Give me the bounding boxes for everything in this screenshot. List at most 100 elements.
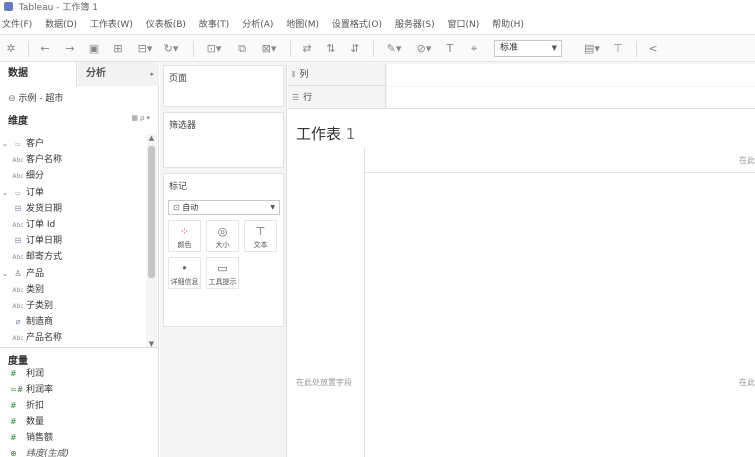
- tree-item[interactable]: Abc 产品名称: [0, 330, 146, 342]
- size-button[interactable]: ◎ 大小: [206, 220, 239, 252]
- menu-format[interactable]: 设置格式(O): [332, 20, 382, 30]
- string-field-icon: Abc: [12, 335, 24, 342]
- refresh-icon[interactable]: ↻▾: [160, 41, 182, 57]
- new-worksheet-icon[interactable]: ⊟▾: [135, 41, 155, 57]
- text-icon: ⊤: [255, 225, 266, 238]
- tooltip-button[interactable]: ▭ 工具提示: [206, 257, 239, 289]
- redo-icon[interactable]: →: [63, 41, 77, 57]
- tree-item[interactable]: Abc 邮寄方式: [0, 249, 146, 265]
- date-field-icon: ⊟: [14, 236, 22, 246]
- group-icon[interactable]: ⊘▾: [413, 41, 435, 57]
- sheet-title[interactable]: 工作表 1: [296, 123, 355, 144]
- filters-title: 筛选器: [169, 121, 197, 131]
- number-field-icon: #: [10, 433, 17, 442]
- columns-shelf[interactable]: ⦀ 列: [288, 64, 755, 86]
- tree-folder-order[interactable]: ⌄ ▭ 订单: [0, 185, 146, 201]
- menu-file[interactable]: 文件(F): [2, 20, 32, 30]
- detail-icon: ꔹ: [180, 264, 189, 274]
- rows-drop-zone[interactable]: [387, 87, 755, 109]
- text-button[interactable]: ⊤ 文本: [244, 220, 277, 252]
- tree-hierarchy-product[interactable]: ⌄ ♙ 产品: [0, 266, 146, 282]
- tree-folder-customer[interactable]: ⌄ ▭ 客户: [0, 136, 146, 152]
- pages-card[interactable]: 页面: [163, 65, 284, 107]
- filters-card[interactable]: 筛选器: [163, 112, 284, 168]
- rows-drop-hint[interactable]: 在此处放置字段: [296, 377, 352, 388]
- tree-item[interactable]: ⌀ 制造商: [0, 314, 146, 330]
- dimensions-scrollbar[interactable]: ▲ ▼: [146, 134, 157, 348]
- pin-icon[interactable]: ⌖: [467, 41, 481, 57]
- measure-item[interactable]: # 数量: [0, 414, 159, 430]
- measure-item[interactable]: # 销售额: [0, 430, 159, 446]
- toolbar-separator: [290, 41, 291, 57]
- save-icon[interactable]: ▣: [87, 41, 101, 57]
- view-canvas: 工作表 1 在此 在此处放置字段 在此: [288, 108, 755, 457]
- tree-item[interactable]: Abc 子类别: [0, 298, 146, 314]
- menu-dashboard[interactable]: 仪表板(B): [146, 20, 186, 30]
- tree-item[interactable]: Abc 细分: [0, 168, 146, 184]
- tableau-app-icon: [4, 2, 13, 11]
- detail-button[interactable]: ꔹ 详细信息: [168, 257, 201, 289]
- cards-pane: 页面 筛选器 标记 ⊡ 自动 ▼ ⁘ 颜色 ◎ 大小 ⊤ 文本 ꔹ 详细信息 ▭…: [160, 62, 287, 457]
- scrollbar-thumb[interactable]: [148, 146, 155, 278]
- label-icon[interactable]: T: [443, 41, 457, 57]
- sort-asc-icon[interactable]: ⇅: [323, 41, 339, 57]
- string-field-icon: Abc: [12, 254, 24, 262]
- menu-help[interactable]: 帮助(H): [492, 20, 524, 30]
- swap-icon[interactable]: ⇄: [300, 41, 314, 57]
- datasource-item[interactable]: ⊖ 示例 - 超市: [8, 91, 63, 104]
- tree-item[interactable]: Abc 订单 Id: [0, 217, 146, 233]
- measure-item[interactable]: ⊕ 纬度(生成): [0, 446, 159, 457]
- mark-type-select[interactable]: ⊡ 自动 ▼: [168, 200, 280, 215]
- menu-story[interactable]: 故事(T): [199, 20, 230, 30]
- tab-analysis[interactable]: 分析 ▸: [78, 62, 159, 86]
- new-datasource-icon[interactable]: ⊞: [111, 41, 125, 57]
- view-divider-vertical: [364, 147, 365, 457]
- show-me-icon[interactable]: ⊡▾: [203, 41, 225, 57]
- clear-icon[interactable]: ⊠▾: [258, 41, 280, 57]
- sheet-number: 1: [345, 125, 356, 143]
- tree-item[interactable]: ⊟ 发货日期: [0, 201, 146, 217]
- view-drop-hint[interactable]: 在此: [739, 377, 755, 388]
- tree-item[interactable]: Abc 客户名称: [0, 152, 146, 168]
- data-pane: 数据 分析 ▸ ⊖ 示例 - 超市 维度 ▦ρ▾ ⌄ ▭ 客户 Abc 客户名称 Ab…: [0, 62, 159, 457]
- view-toggle-icon[interactable]: ▦: [131, 114, 140, 122]
- rows-shelf[interactable]: ☰ 行: [288, 87, 755, 109]
- sort-desc-icon[interactable]: ⇵: [347, 41, 363, 57]
- tree-item[interactable]: ⊟ 订单日期: [0, 233, 146, 249]
- columns-drop-zone[interactable]: [387, 64, 755, 86]
- measure-item[interactable]: =# 利润率: [0, 382, 159, 398]
- fit-select[interactable]: 标准 ▼: [494, 40, 562, 57]
- menu-server[interactable]: 服务器(S): [395, 20, 435, 30]
- presentation-icon[interactable]: ⊤: [611, 41, 625, 57]
- tab-data[interactable]: 数据: [0, 62, 77, 86]
- link-icon: ⌀: [15, 317, 21, 327]
- scroll-up-icon[interactable]: ▲: [146, 134, 157, 142]
- color-button[interactable]: ⁘ 颜色: [168, 220, 201, 252]
- tableau-logo-icon[interactable]: ✲: [4, 41, 18, 57]
- columns-drop-hint[interactable]: 在此: [739, 155, 755, 166]
- highlight-icon[interactable]: ✎▾: [383, 41, 405, 57]
- share-icon[interactable]: <: [646, 41, 660, 57]
- menu-data[interactable]: 数据(D): [45, 20, 77, 30]
- undo-icon[interactable]: ←: [38, 41, 52, 57]
- fix-axes-icon[interactable]: ▤▾: [580, 41, 604, 57]
- columns-shelf-label: ⦀ 列: [288, 64, 386, 86]
- menu-window[interactable]: 窗口(N): [448, 20, 480, 30]
- fit-select-value: 标准: [500, 43, 519, 53]
- menu-map[interactable]: 地图(M): [286, 20, 319, 30]
- marks-card: 标记 ⊡ 自动 ▼ ⁘ 颜色 ◎ 大小 ⊤ 文本 ꔹ 详细信息 ▭ 工具提示: [163, 173, 284, 327]
- hierarchy-icon: ♙: [14, 268, 22, 278]
- dropdown-icon[interactable]: ▾: [146, 114, 152, 122]
- title-bar: Tableau - 工作簿 1: [0, 0, 755, 16]
- measure-item[interactable]: # 折扣: [0, 398, 159, 414]
- rows-icon: ☰: [292, 93, 300, 102]
- globe-icon: ⊕: [10, 449, 17, 457]
- tree-item[interactable]: Abc 类别: [0, 282, 146, 298]
- menu-worksheet[interactable]: 工作表(W): [90, 20, 133, 30]
- size-icon: ◎: [217, 225, 228, 238]
- duplicate-icon[interactable]: ⧉: [235, 41, 249, 57]
- view-divider-horizontal: [364, 172, 755, 173]
- menu-analysis[interactable]: 分析(A): [242, 20, 273, 30]
- dimensions-tools[interactable]: ▦ρ▾: [131, 114, 152, 122]
- database-icon: ⊖: [8, 94, 16, 104]
